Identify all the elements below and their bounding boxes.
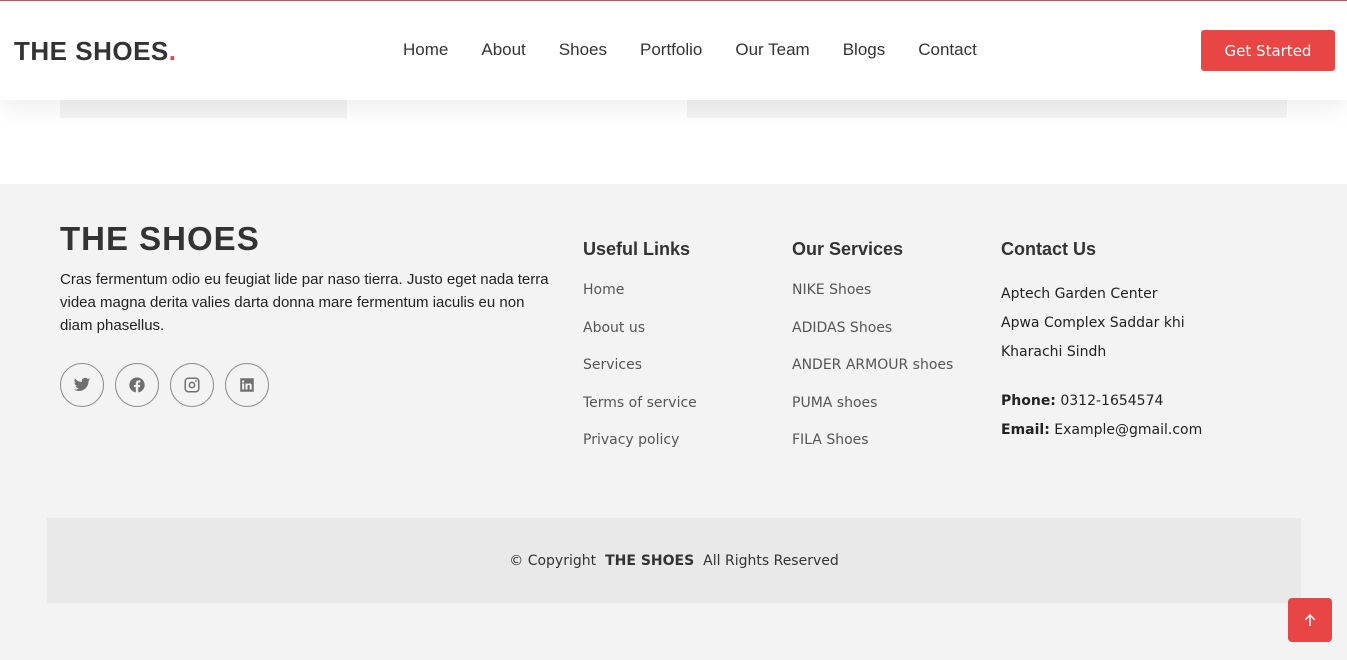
linkedin-icon: [240, 378, 254, 392]
useful-links-column: Useful Links Home About us Services Term…: [583, 239, 697, 468]
logo-dot: .: [168, 36, 177, 66]
footer-link-privacy[interactable]: Privacy policy: [583, 430, 697, 468]
linkedin-link[interactable]: [225, 363, 269, 407]
site-footer: THE SHOES Cras fermentum odio eu feugiat…: [0, 184, 1347, 660]
get-started-button[interactable]: Get Started: [1201, 30, 1335, 71]
nav-home[interactable]: Home: [403, 40, 448, 60]
social-links: [60, 363, 280, 407]
arrow-up-icon: [1304, 614, 1316, 626]
nav-contact[interactable]: Contact: [918, 40, 977, 60]
nav-about[interactable]: About: [481, 40, 525, 60]
footer-link-home[interactable]: Home: [583, 280, 697, 318]
phone-label: Phone:: [1001, 393, 1056, 409]
site-header: THE SHOES. Home About Shoes Portfolio Ou…: [0, 1, 1347, 100]
footer-description: Cras fermentum odio eu feugiat lide par …: [60, 271, 549, 334]
services-column: Our Services NIKE Shoes ADIDAS Shoes AND…: [792, 239, 953, 468]
instagram-icon: [184, 377, 200, 393]
copyright-suffix: All Rights Reserved: [703, 552, 839, 569]
nav-portfolio[interactable]: Portfolio: [640, 40, 702, 60]
back-to-top-button[interactable]: [1288, 598, 1332, 642]
email-line: Email: Example@gmail.com: [1001, 416, 1202, 445]
facebook-icon: [129, 377, 145, 393]
email-label: Email:: [1001, 422, 1050, 438]
twitter-link[interactable]: [60, 363, 104, 407]
nav-blogs[interactable]: Blogs: [843, 40, 886, 60]
site-logo[interactable]: THE SHOES.: [14, 36, 176, 67]
service-link-puma[interactable]: PUMA shoes: [792, 393, 953, 431]
address-line: Aptech Garden Center: [1001, 286, 1158, 302]
nav-shoes[interactable]: Shoes: [559, 40, 607, 60]
footer-brand: THE SHOES: [60, 220, 260, 257]
useful-links-title: Useful Links: [583, 239, 691, 259]
address-line: Apwa Complex Saddar khi: [1001, 315, 1185, 331]
content-card-stub: [60, 100, 347, 118]
contact-column: Contact Us Aptech Garden Center Apwa Com…: [1001, 239, 1202, 445]
service-link-nike[interactable]: NIKE Shoes: [792, 280, 953, 318]
facebook-link[interactable]: [115, 363, 159, 407]
contact-title: Contact Us: [1001, 239, 1097, 259]
services-title: Our Services: [792, 239, 904, 259]
address-line: Kharachi Sindh: [1001, 344, 1107, 360]
content-card-stub: [687, 100, 1287, 118]
phone-line: Phone: 0312-1654574: [1001, 387, 1202, 416]
copyright-bar: © Copyright THE SHOES All Rights Reserve…: [47, 518, 1301, 603]
service-link-under-armour[interactable]: ANDER ARMOUR shoes: [792, 355, 953, 393]
copyright-prefix: © Copyright: [509, 552, 597, 569]
main-nav: Home About Shoes Portfolio Our Team Blog…: [403, 40, 1010, 60]
footer-link-services[interactable]: Services: [583, 355, 697, 393]
phone-value[interactable]: 0312-1654574: [1060, 393, 1163, 409]
email-value[interactable]: Example@gmail.com: [1054, 422, 1202, 438]
nav-our-team[interactable]: Our Team: [735, 40, 809, 60]
twitter-icon: [73, 377, 91, 392]
service-link-adidas[interactable]: ADIDAS Shoes: [792, 318, 953, 356]
service-link-fila[interactable]: FILA Shoes: [792, 430, 953, 468]
footer-link-terms[interactable]: Terms of service: [583, 393, 697, 431]
copyright-brand: THE SHOES: [605, 552, 695, 569]
footer-link-about[interactable]: About us: [583, 318, 697, 356]
instagram-link[interactable]: [170, 363, 214, 407]
